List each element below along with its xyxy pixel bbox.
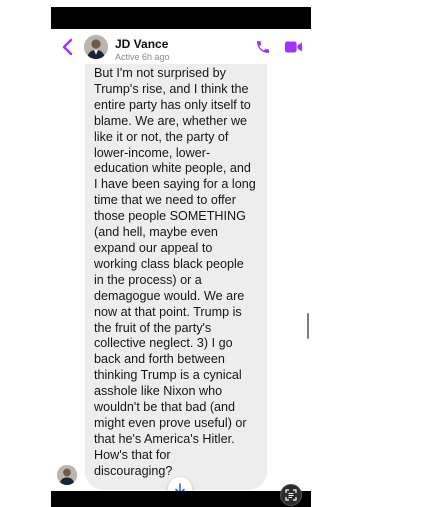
message-line: those people SOMETHING	[94, 209, 246, 224]
video-camera-icon[interactable]	[284, 40, 303, 54]
message-line: demagogue would. We are	[94, 288, 245, 303]
message-line: I have been saying for a long	[94, 177, 256, 192]
message-line: working class black people	[94, 256, 244, 271]
phone-screen: JD Vance Active 6h ago But I'm not surpr…	[51, 7, 311, 507]
status-bar	[51, 7, 311, 29]
scrollbar-thumb[interactable]	[307, 313, 309, 339]
message-line: lower-income, lower-	[94, 145, 211, 160]
message-line: now at that point. Trump is	[94, 304, 242, 319]
contact-avatar[interactable]	[84, 35, 108, 59]
bottom-bar	[51, 491, 311, 507]
message-line: the fruit of the party's	[94, 320, 212, 335]
person-silhouette-icon	[84, 35, 108, 59]
message-line: blame. We are, whether we	[94, 113, 248, 128]
message-line: But I'm not surprised by	[94, 66, 226, 80]
person-silhouette-icon	[57, 465, 77, 485]
message-line: back and forth between	[94, 352, 225, 367]
sender-avatar[interactable]	[57, 465, 77, 485]
message-line: asshole like Nixon who	[94, 384, 223, 399]
message-line: wouldn't be that bad (and	[94, 400, 236, 415]
phone-icon[interactable]	[255, 39, 271, 55]
message-bubble[interactable]: But I'm not surprised by Trump's rise, a…	[85, 64, 267, 490]
message-line: Trump's rise, and I think the	[94, 81, 249, 96]
chat-header: JD Vance Active 6h ago	[51, 29, 311, 65]
message-line: How's that for	[94, 447, 171, 462]
message-line: entire party has only itself to	[94, 97, 251, 112]
message-line: time that we need to offer	[94, 193, 236, 208]
active-status: Active 6h ago	[115, 52, 170, 62]
message-line: like it or not, the party of	[94, 129, 229, 144]
text-scan-button[interactable]	[280, 484, 302, 506]
message-line: expand our appeal to	[94, 240, 213, 255]
contact-name[interactable]: JD Vance	[115, 37, 168, 51]
message-line: in the process) or a	[94, 272, 202, 287]
chevron-left-icon[interactable]	[61, 38, 75, 56]
text-scan-icon	[285, 489, 297, 501]
message-line: might even prove useful) or	[94, 415, 247, 430]
message-line: thinking Trump is a cynical	[94, 368, 242, 383]
message-text: But I'm not surprised by Trump's rise, a…	[94, 66, 266, 480]
message-line: (and hell, maybe even	[94, 225, 218, 240]
message-line: that he's America's Hitler.	[94, 431, 235, 446]
message-line: collective neglect. 3) I go	[94, 336, 233, 351]
message-line: education white people, and	[94, 161, 251, 176]
